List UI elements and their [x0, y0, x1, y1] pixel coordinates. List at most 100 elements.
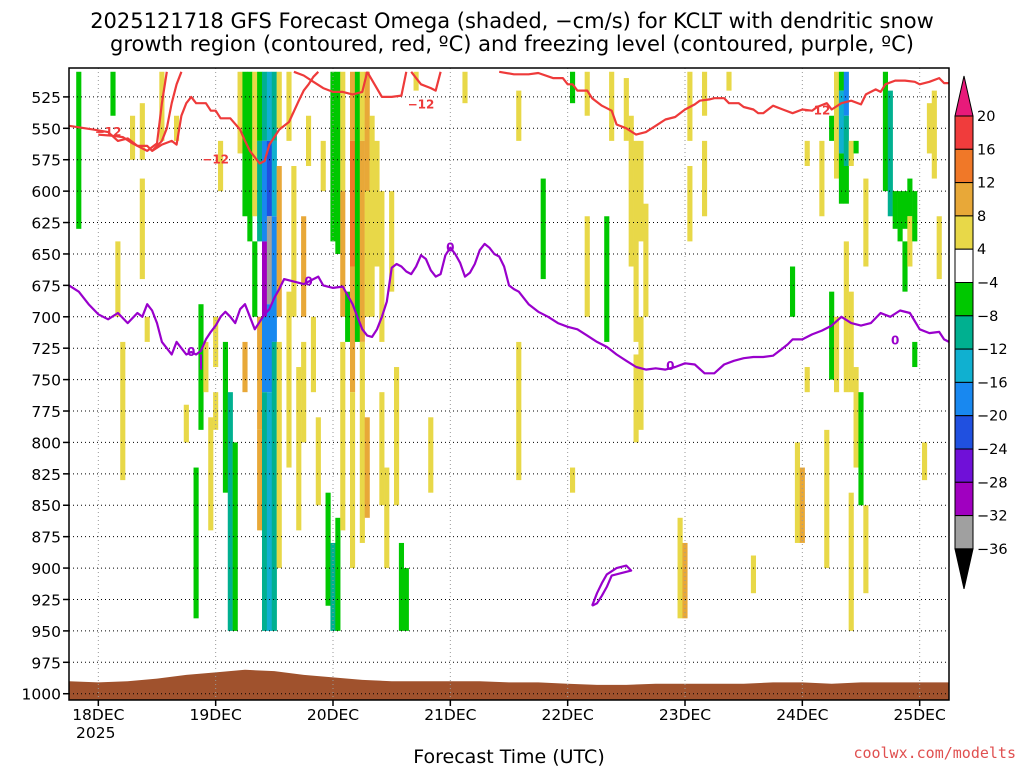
omega-cell	[838, 90, 845, 154]
dgz-contour-label: −12	[202, 153, 229, 167]
omega-cell	[833, 71, 840, 179]
omega-cell	[516, 90, 522, 141]
omega-cell	[804, 140, 810, 166]
colorbar-swatch	[954, 215, 974, 250]
colorbar-swatch	[954, 481, 974, 517]
omega-cell	[359, 140, 365, 342]
omega-cell	[266, 392, 273, 631]
colorbar-tick-label: −16	[977, 375, 1008, 391]
omega-cell	[266, 216, 273, 305]
omega-cell	[726, 71, 732, 91]
omega-cell	[222, 341, 229, 493]
omega-cell	[257, 429, 263, 531]
omega-cell	[257, 316, 263, 430]
omega-cell	[144, 316, 150, 342]
omega-cell	[349, 392, 356, 569]
omega-cell	[261, 71, 268, 141]
colorbar-swatch	[954, 515, 974, 550]
omega-cell	[912, 341, 918, 368]
omega-cell	[301, 341, 307, 443]
omega-cell	[349, 71, 356, 141]
omega-cell	[271, 216, 277, 342]
omega-cell	[853, 140, 859, 154]
omega-cell	[379, 392, 385, 506]
colorbar-swatch	[954, 381, 974, 417]
colorbar-swatch	[954, 115, 974, 150]
x-axis-year: 2025	[76, 724, 115, 742]
omega-cell	[301, 216, 307, 317]
colorbar-tick-label: −28	[977, 475, 1008, 491]
omega-cell	[638, 316, 644, 430]
omega-cell	[261, 316, 268, 393]
omega-cell	[843, 71, 849, 116]
colorbar-tick-label: −36	[977, 542, 1008, 558]
x-tick-label: 21DEC	[424, 706, 476, 724]
omega-cell	[129, 115, 136, 160]
omega-cell	[833, 316, 840, 393]
omega-cell	[819, 140, 825, 217]
colorbar-swatch	[954, 448, 974, 483]
omega-cell	[912, 191, 918, 242]
omega-cell	[858, 392, 864, 506]
colorbar-swatch	[954, 315, 974, 350]
freezing-contour-label: 0	[666, 359, 674, 373]
y-tick-label: 775	[31, 403, 61, 421]
omega-cell	[848, 291, 854, 393]
omega-cell	[829, 291, 835, 380]
omega-cell	[428, 417, 434, 493]
colorbar: 20 16 12 8 4 −4 −8 −12 −16 −20 −24 −28 −32 −36	[954, 75, 1008, 590]
omega-cell	[936, 216, 942, 280]
colorbar-tick-label: 12	[977, 176, 995, 192]
omega-cell	[276, 341, 282, 569]
y-tick-label: 625	[31, 215, 61, 233]
omega-cell	[701, 71, 708, 116]
freezing-contour-label: 0	[304, 275, 312, 289]
x-tick-label: 20DEC	[307, 706, 359, 724]
omega-cell	[882, 71, 889, 192]
omega-cell	[261, 241, 268, 317]
omega-cell	[838, 71, 845, 91]
omega-cell	[364, 71, 370, 192]
omega-cell	[638, 140, 644, 242]
colorbar-swatch	[954, 182, 974, 217]
omega-cell	[853, 367, 859, 468]
omega-cell	[921, 442, 928, 481]
forecast-chart: 2025121718 GFS Forecast Omega (shaded, −…	[22, 9, 1016, 768]
omega-cell	[824, 429, 830, 569]
y-tick-label: 675	[31, 277, 61, 295]
omega-cell	[623, 78, 629, 141]
dgz-contour-label: −12	[804, 104, 831, 118]
omega-cell	[907, 178, 913, 217]
y-tick-label: 550	[31, 120, 61, 138]
freezing-contour-label: 0	[446, 241, 454, 255]
colorbar-tick-label: 8	[977, 209, 986, 225]
omega-cell	[203, 341, 209, 393]
y-axis: 525 550 575 600 625 650 675 700 725 750 775 800 825 8…	[22, 89, 69, 704]
omega-cell	[252, 241, 258, 317]
omega-cell	[115, 241, 121, 317]
freezing-contour-label: 0	[891, 334, 899, 348]
omega-cell	[569, 467, 576, 493]
omega-cell	[584, 216, 590, 317]
omega-cell	[257, 71, 263, 141]
x-tick-label: 18DEC	[72, 706, 124, 724]
y-tick-label: 825	[31, 466, 61, 484]
omega-cell	[320, 140, 326, 192]
omega-cell	[364, 417, 370, 518]
omega-cell	[902, 241, 908, 292]
omega-cell	[398, 542, 405, 631]
omega-cell	[335, 71, 341, 254]
x-tick-label: 22DEC	[542, 706, 594, 724]
colorbar-tick-label: 16	[977, 142, 995, 158]
omega-cell	[843, 166, 849, 204]
omega-cell	[208, 417, 214, 531]
x-axis: 18DEC 19DEC 20DEC 21DEC 22DEC 23DEC 24DEC 25DEC	[72, 700, 946, 724]
colorbar-tick-label: −8	[977, 309, 998, 325]
credit-link[interactable]: coolwx.com/modelts	[853, 744, 1016, 762]
omega-cell	[261, 392, 268, 631]
omega-cell	[907, 216, 913, 267]
omega-cell	[902, 191, 908, 229]
omega-cell	[516, 341, 522, 481]
omega-cell	[540, 178, 546, 280]
y-tick-label: 1000	[22, 686, 61, 704]
